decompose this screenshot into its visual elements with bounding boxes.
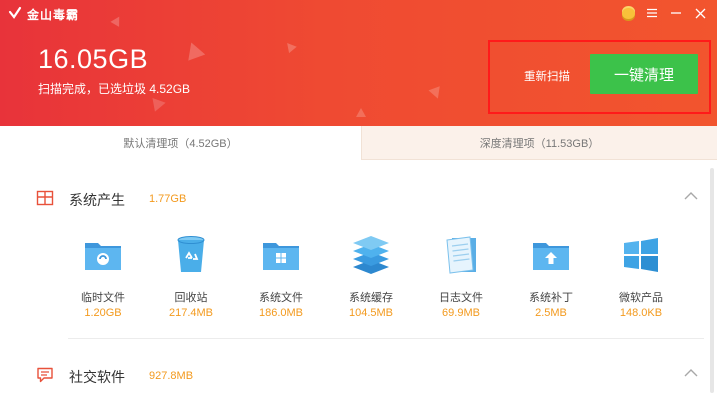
close-icon[interactable] — [691, 4, 709, 22]
list-item[interactable]: 系统缓存 104.5MB — [326, 232, 416, 324]
scan-status-text: 扫描完成，已选垃圾 4.52GB — [38, 82, 191, 96]
list-item[interactable]: 日志文件 69.9MB — [416, 232, 506, 324]
minimize-icon[interactable] — [667, 4, 685, 22]
header-banner: 金山毒霸 16.05GB 扫描完成，已选垃圾 4.52GB 重新扫描 一键清理 — [0, 0, 717, 126]
tab-default-clean[interactable]: 默认清理项（4.52GB） — [0, 126, 361, 160]
section-title: 系统产生 — [69, 192, 125, 208]
list-item[interactable]: 微软产品 148.0KB — [596, 232, 686, 324]
chat-icon — [36, 367, 54, 383]
menu-icon[interactable] — [643, 4, 661, 22]
system-folder-icon — [260, 234, 302, 276]
list-item[interactable]: 系统补丁 2.5MB — [506, 232, 596, 324]
temp-folder-icon — [82, 234, 124, 276]
list-item[interactable]: 临时文件 1.20GB — [58, 232, 148, 324]
total-junk-size: 16.05GB — [38, 44, 149, 74]
clean-list: 系统产生 1.77GB 临时文件 1.20GB 回收站 217.4MB 系统文件… — [0, 160, 717, 400]
decor-triangle — [356, 108, 366, 117]
rescan-link[interactable]: 重新扫描 — [524, 68, 570, 84]
section-system: 系统产生 1.77GB — [0, 184, 717, 214]
section-title: 社交软件 — [69, 369, 125, 385]
decor-triangle — [428, 86, 444, 101]
section-size: 1.77GB — [149, 193, 187, 205]
patch-folder-icon — [530, 234, 572, 276]
coin-icon[interactable] — [619, 4, 637, 22]
section-divider — [68, 338, 704, 339]
system-items: 临时文件 1.20GB 回收站 217.4MB 系统文件 186.0MB 系统缓… — [58, 232, 698, 324]
window-controls — [619, 4, 709, 22]
decor-triangle — [182, 39, 206, 61]
kingsoft-logo-icon — [8, 6, 22, 23]
log-file-icon — [440, 234, 482, 276]
section-social: 社交软件 927.8MB — [0, 361, 717, 391]
app-name: 金山毒霸 — [27, 8, 80, 22]
list-item[interactable]: 回收站 217.4MB — [146, 232, 236, 324]
decor-triangle — [148, 97, 166, 115]
microsoft-product-icon — [620, 234, 662, 276]
clean-tabs: 默认清理项（4.52GB） 深度清理项（11.53GB） — [0, 126, 717, 160]
section-size: 927.8MB — [149, 370, 194, 382]
chevron-up-icon[interactable] — [683, 365, 699, 381]
one-click-clean-button[interactable]: 一键清理 — [590, 54, 698, 94]
system-cache-icon — [350, 234, 392, 276]
chevron-up-icon[interactable] — [683, 188, 699, 204]
decor-triangle — [110, 14, 124, 27]
recycle-bin-icon — [170, 234, 212, 276]
windows-system-icon — [36, 190, 54, 206]
decor-triangle — [283, 39, 297, 54]
tab-deep-clean[interactable]: 深度清理项（11.53GB） — [361, 126, 717, 160]
app-logo: 金山毒霸 — [8, 6, 79, 23]
list-item[interactable]: 系统文件 186.0MB — [236, 232, 326, 324]
